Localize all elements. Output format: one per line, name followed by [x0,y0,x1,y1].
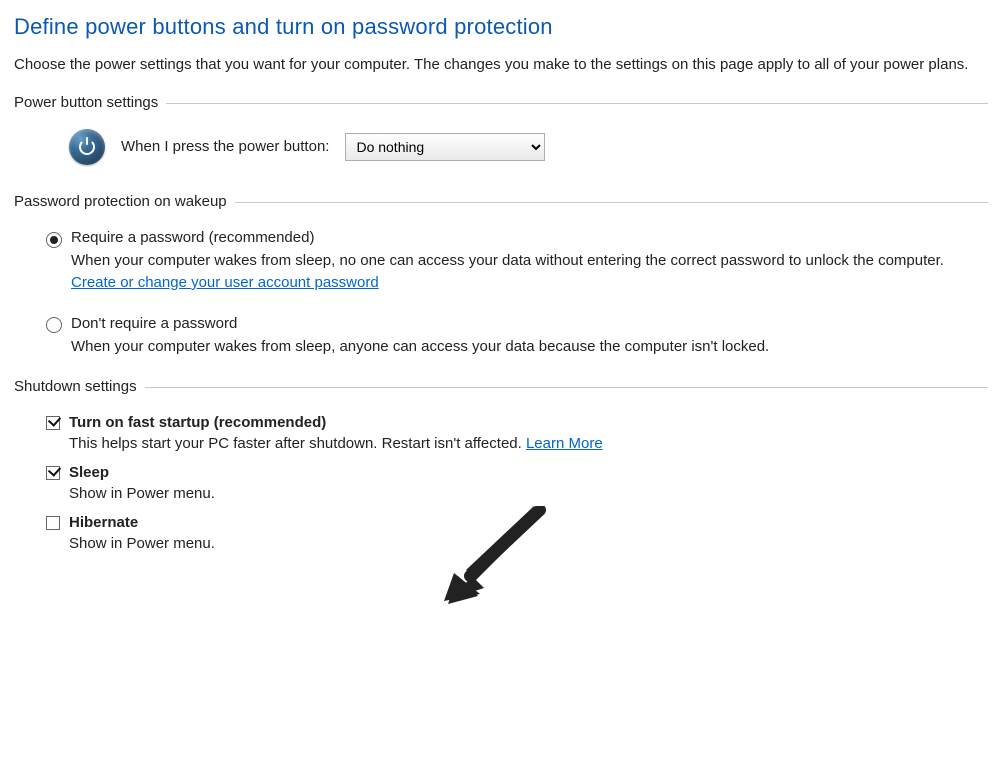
sleep-title: Sleep [69,463,988,483]
radio-require-password[interactable] [46,232,62,248]
section-power-button: Power button settings When I press the p… [14,94,988,165]
require-password-desc: When your computer wakes from sleep, no … [71,250,988,294]
checkbox-sleep[interactable] [46,466,60,480]
require-password-title: Require a password (recommended) [71,228,988,248]
page-intro: Choose the power settings that you want … [14,54,988,76]
section-shutdown: Shutdown settings Turn on fast startup (… [14,378,988,555]
sleep-desc: Show in Power menu. [69,483,988,505]
dont-require-password-desc: When your computer wakes from sleep, any… [71,336,988,358]
link-learn-more-fast-startup[interactable]: Learn More [526,435,603,452]
radio-dont-require-password[interactable] [46,317,62,333]
option-hibernate[interactable]: Hibernate Show in Power menu. [14,513,988,555]
fast-startup-desc: This helps start your PC faster after sh… [69,433,988,455]
option-dont-require-password[interactable]: Don't require a password When your compu… [14,314,988,358]
section-heading-wakeup: Password protection on wakeup [14,193,235,210]
power-button-action-select[interactable]: Do nothing [345,133,545,161]
power-button-action-label: When I press the power button: [121,138,329,155]
link-change-password[interactable]: Create or change your user account passw… [71,274,379,291]
section-heading-shutdown: Shutdown settings [14,378,145,395]
divider [145,387,988,388]
option-fast-startup[interactable]: Turn on fast startup (recommended) This … [14,413,988,455]
option-require-password[interactable]: Require a password (recommended) When yo… [14,228,988,294]
power-icon [69,129,105,165]
fast-startup-title: Turn on fast startup (recommended) [69,413,988,433]
checkbox-fast-startup[interactable] [46,416,60,430]
dont-require-password-title: Don't require a password [71,314,988,334]
section-wakeup: Password protection on wakeup Require a … [14,193,988,358]
divider [166,103,988,104]
hibernate-desc: Show in Power menu. [69,533,988,555]
hibernate-title: Hibernate [69,513,988,533]
section-heading-power-button: Power button settings [14,94,166,111]
divider [235,202,988,203]
option-sleep[interactable]: Sleep Show in Power menu. [14,463,988,505]
page-title: Define power buttons and turn on passwor… [14,14,988,40]
checkbox-hibernate[interactable] [46,516,60,530]
